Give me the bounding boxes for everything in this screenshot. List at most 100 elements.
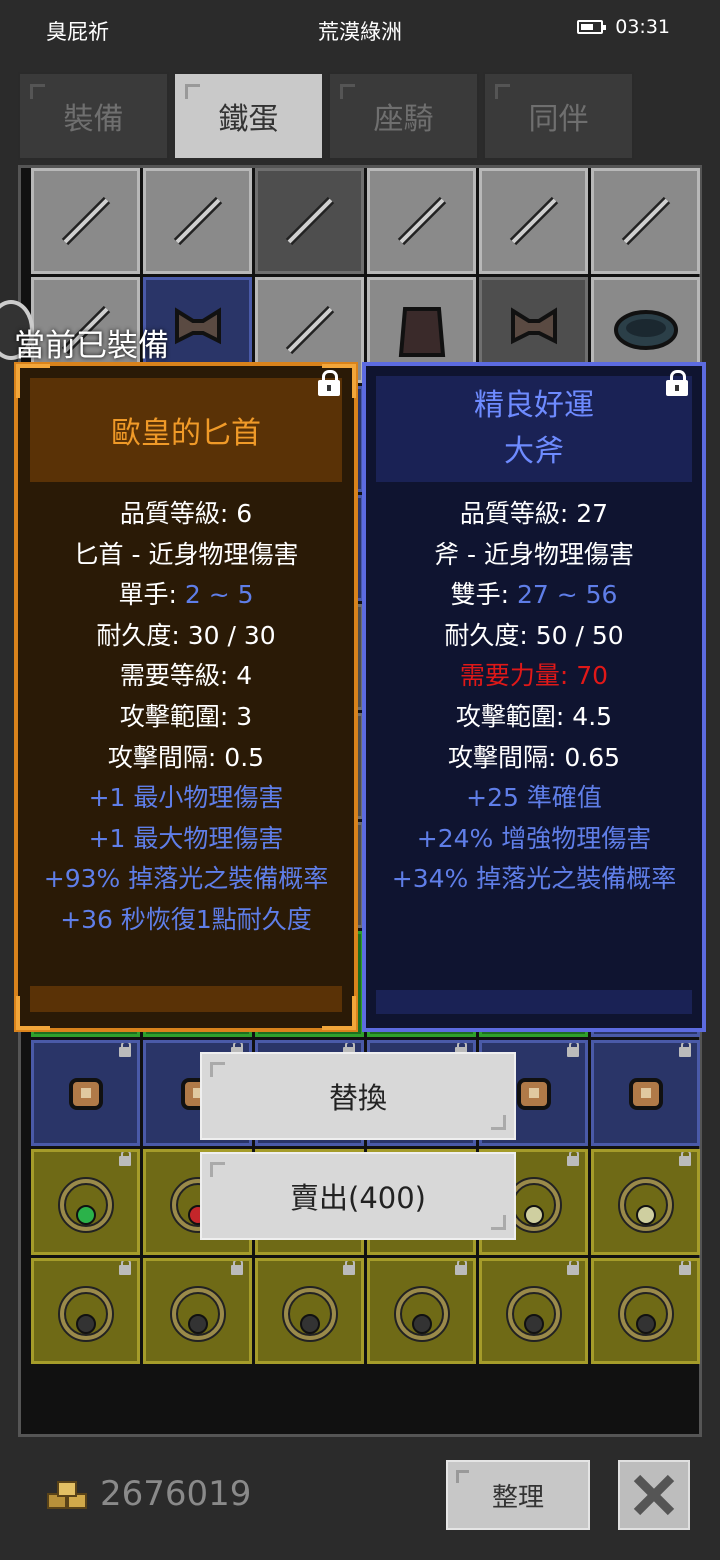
clock: 03:31 [615,16,670,38]
sell-button[interactable]: 賣出(400) [200,1152,516,1240]
bonus-line: +1 最大物理傷害 [88,823,284,853]
bonus-line: +24% 增強物理傷害 [416,823,652,853]
blue-scroll-icon [628,1078,663,1110]
grey-skull-icon [509,196,558,246]
lock-icon [679,1043,691,1057]
stat-damage: 單手: 2 ~ 5 [18,575,354,616]
bonus-line: +36 秒恢復1點耐久度 [60,904,312,934]
equipped-item-card: 歐皇的匕首 品質等級: 6 匕首 - 近身物理傷害 單手: 2 ~ 5 耐久度:… [14,362,358,1032]
card-footer [30,986,342,1012]
selected-item-title-line1: 精良好運 [474,388,594,423]
stat-durability: 耐久度: 50 / 50 [444,620,624,650]
lock-icon[interactable] [666,370,688,396]
inventory-slot[interactable] [591,1149,700,1255]
grey-staff-icon [173,196,222,246]
selected-item-stats: 品質等級: 27 斧 - 近身物理傷害 雙手: 27 ~ 56 耐久度: 50 … [366,494,702,900]
battery-icon [577,20,607,34]
grey-trident-icon [285,305,334,355]
lock-icon [119,1043,131,1057]
category-tabs: 裝備 鐵蛋 座騎 同伴 [18,72,638,162]
inventory-slot[interactable] [479,1258,588,1364]
lock-icon [231,1261,243,1275]
tab-iron-egg[interactable]: 鐵蛋 [173,72,324,160]
bonus-line: +93% 掉落光之裝備概率 [43,864,329,894]
selected-item-card: 精良好運 大斧 品質等級: 27 斧 - 近身物理傷害 雙手: 27 ~ 56 … [362,362,706,1032]
yellow-ring-icon [617,1286,674,1342]
stat-damage: 雙手: 27 ~ 56 [366,575,702,616]
equipped-item-header: 歐皇的匕首 [30,378,342,482]
lock-icon [119,1261,131,1275]
inventory-slot[interactable] [31,1149,140,1255]
inventory-slot[interactable] [31,168,140,274]
stat-damage-label: 單手: [118,580,185,610]
yellow-ring-icon [393,1286,450,1342]
stat-quality: 品質等級: 6 [119,499,253,528]
inventory-slot[interactable] [367,1258,476,1364]
stat-type: 匕首 - 近身物理傷害 [73,539,299,569]
status-bar: 臭屁祈 荒漠綠洲 03:31 [0,0,720,60]
dark-greataxe-icon [510,307,557,345]
selected-item-title-line2: 大斧 [504,434,564,469]
inventory-slot[interactable] [31,1258,140,1364]
tab-equipment[interactable]: 裝備 [18,72,169,160]
tab-mount[interactable]: 座騎 [328,72,479,160]
stat-damage-value: 2 ~ 5 [184,580,254,610]
equipped-label: 當前已裝備 [14,328,169,364]
bonus-line: +34% 掉落光之裝備概率 [391,864,677,894]
yellow-ring-icon [169,1286,226,1342]
stat-quality: 品質等級: 27 [459,499,609,528]
bonus-line: +25 準確值 [466,783,602,813]
yellow-ring-icon [281,1286,338,1342]
equipped-item-title: 歐皇的匕首 [111,416,261,451]
inventory-slot[interactable] [367,168,476,274]
stat-durability: 耐久度: 30 / 30 [96,620,276,650]
stat-damage-value: 27 ~ 56 [516,580,618,610]
lock-icon [679,1261,691,1275]
stat-range: 攻擊範圍: 3 [119,701,253,731]
lock-icon [567,1043,579,1057]
stat-type: 斧 - 近身物理傷害 [434,539,634,569]
yellow-ring-icon [505,1286,562,1342]
lock-icon [679,1152,691,1166]
gold-coins-icon [47,1481,87,1509]
card-footer [376,990,692,1014]
replace-button[interactable]: 替換 [200,1052,516,1140]
blue-greataxe-icon [174,307,221,345]
blue-scroll-icon [68,1078,103,1110]
lock-icon [567,1261,579,1275]
bonus-line: +1 最小物理傷害 [88,783,284,813]
lock-icon [567,1152,579,1166]
inventory-slot[interactable] [143,1258,252,1364]
close-icon [633,1474,675,1516]
inventory-slot[interactable] [591,168,700,274]
stat-damage-label: 雙手: [450,580,517,610]
grey-armor-icon [398,307,445,357]
stat-interval: 攻擊間隔: 0.65 [447,742,621,772]
stat-interval: 攻擊間隔: 0.5 [107,742,265,772]
lock-icon[interactable] [318,370,340,396]
stat-requirement: 需要等級: 4 [119,661,253,691]
inventory-slot[interactable] [591,1040,700,1146]
dark-sword-icon [285,196,334,246]
equipped-item-stats: 品質等級: 6 匕首 - 近身物理傷害 單手: 2 ~ 5 耐久度: 30 / … [18,494,354,941]
inventory-slot[interactable] [31,1040,140,1146]
inventory-slot[interactable] [255,1258,364,1364]
grey-gauntlet-icon [621,196,670,246]
yellow-ring-icon [57,1286,114,1342]
inventory-slot[interactable] [143,168,252,274]
yellow-amulet-green-icon [57,1177,114,1233]
lock-icon [343,1261,355,1275]
close-button[interactable] [618,1460,690,1530]
tab-companion[interactable]: 同伴 [483,72,634,160]
stat-range: 攻擊範圍: 4.5 [455,701,613,731]
sort-button[interactable]: 整理 [446,1460,590,1530]
grey-belt-icon [613,310,678,350]
gold-amount: 2676019 [100,1474,252,1514]
inventory-slot[interactable] [255,168,364,274]
lock-icon [119,1152,131,1166]
inventory-slot[interactable] [479,168,588,274]
inventory-slot[interactable] [591,1258,700,1364]
grey-axe-icon [61,196,110,246]
yellow-ring-light-icon [617,1177,674,1233]
stat-requirement: 需要力量: 70 [459,661,609,691]
